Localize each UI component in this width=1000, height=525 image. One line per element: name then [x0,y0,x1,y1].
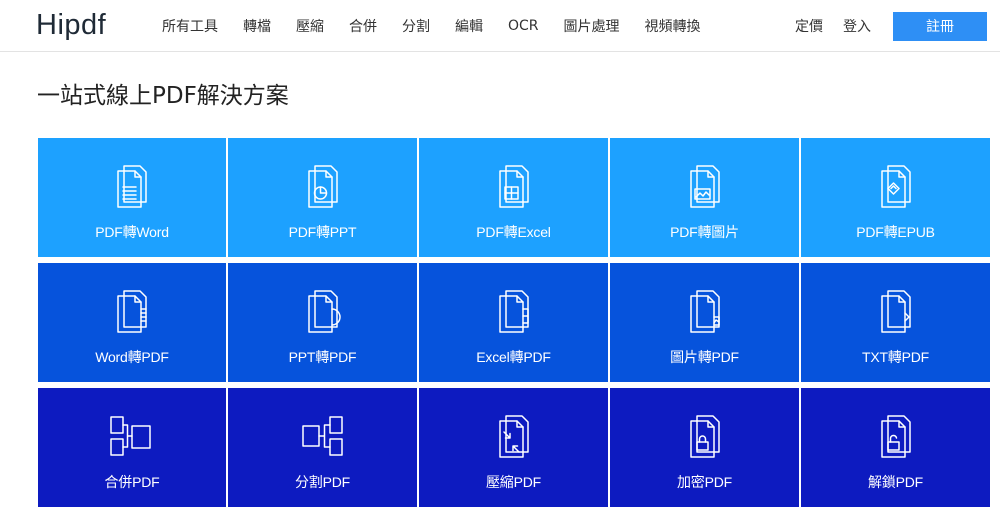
tool-merge-pdf[interactable]: 合併PDF [38,388,226,507]
nav-image-tools[interactable]: 圖片處理 [564,16,620,36]
unlock-pdf-icon [874,412,918,460]
nav-video-convert[interactable]: 視頻轉換 [645,16,701,36]
tool-label: PDF轉EPUB [856,224,935,240]
tool-image-to-pdf[interactable]: 圖片轉PDF [610,263,799,382]
tool-pdf-to-epub[interactable]: PDF轉EPUB [801,138,990,257]
excel-to-pdf-icon [492,287,536,335]
account-nav: 定價 登入 註冊 [795,0,1000,52]
merge-pdf-icon [110,412,154,460]
tool-label: PDF轉Excel [476,224,551,240]
tool-label: PDF轉圖片 [670,224,739,240]
tool-lock-pdf[interactable]: 加密PDF [610,388,799,507]
lock-pdf-icon [683,412,727,460]
pdf-to-epub-icon [874,162,918,210]
tool-pdf-to-excel[interactable]: PDF轉Excel [419,138,608,257]
tool-pdf-to-image[interactable]: PDF轉圖片 [610,138,799,257]
tool-grid: PDF轉Word PDF轉PPT PDF轉Excel PDF轉圖片 PDF轉EP… [38,138,1000,507]
image-to-pdf-icon [683,287,727,335]
pdf-to-ppt-icon [301,162,345,210]
register-button[interactable]: 註冊 [893,11,987,41]
nav-all-tools[interactable]: 所有工具 [162,16,218,36]
hipdf-logo[interactable]: Hipdf [36,9,106,41]
tool-label: 加密PDF [677,474,732,490]
tool-unlock-pdf[interactable]: 解鎖PDF [801,388,990,507]
tool-label: Word轉PDF [95,349,169,365]
tool-txt-to-pdf[interactable]: TXT轉PDF [801,263,990,382]
nav-merge[interactable]: 合併 [349,16,377,36]
tool-label: 解鎖PDF [868,474,923,490]
nav-convert[interactable]: 轉檔 [243,16,271,36]
tool-split-pdf[interactable]: 分割PDF [228,388,417,507]
pdf-to-excel-icon [492,162,536,210]
tool-word-to-pdf[interactable]: Word轉PDF [38,263,226,382]
tool-label: PPT轉PDF [288,349,357,365]
tool-pdf-to-word[interactable]: PDF轉Word [38,138,226,257]
split-pdf-icon [301,412,345,460]
tool-label: TXT轉PDF [861,349,930,365]
tool-label: 合併PDF [104,474,160,490]
tool-compress-pdf[interactable]: 壓縮PDF [419,388,608,507]
word-to-pdf-icon [110,287,154,335]
tool-pdf-to-ppt[interactable]: PDF轉PPT [228,138,417,257]
tool-label: 圖片轉PDF [670,349,739,365]
tool-label: PDF轉PPT [288,224,357,240]
nav-compress[interactable]: 壓縮 [296,16,324,36]
pdf-to-image-icon [683,162,727,210]
login-link[interactable]: 登入 [843,16,871,36]
tool-ppt-to-pdf[interactable]: PPT轉PDF [228,263,417,382]
txt-to-pdf-icon [874,287,918,335]
top-header: Hipdf 所有工具 轉檔 壓縮 合併 分割 編輯 OCR 圖片處理 視頻轉換 … [0,0,1000,52]
tool-label: 壓縮PDF [486,474,541,490]
pdf-to-word-icon [110,162,154,210]
nav-ocr[interactable]: OCR [508,18,539,34]
compress-pdf-icon [492,412,536,460]
tool-label: 分割PDF [295,474,350,490]
pricing-link[interactable]: 定價 [795,16,823,36]
nav-split[interactable]: 分割 [402,16,430,36]
main-nav: 所有工具 轉檔 壓縮 合併 分割 編輯 OCR 圖片處理 視頻轉換 [162,0,726,52]
tool-label: PDF轉Word [95,224,169,240]
tool-label: Excel轉PDF [476,349,551,365]
ppt-to-pdf-icon [301,287,345,335]
nav-edit[interactable]: 編輯 [455,16,483,36]
page-title: 一站式線上PDF解決方案 [37,83,289,109]
tool-excel-to-pdf[interactable]: Excel轉PDF [419,263,608,382]
